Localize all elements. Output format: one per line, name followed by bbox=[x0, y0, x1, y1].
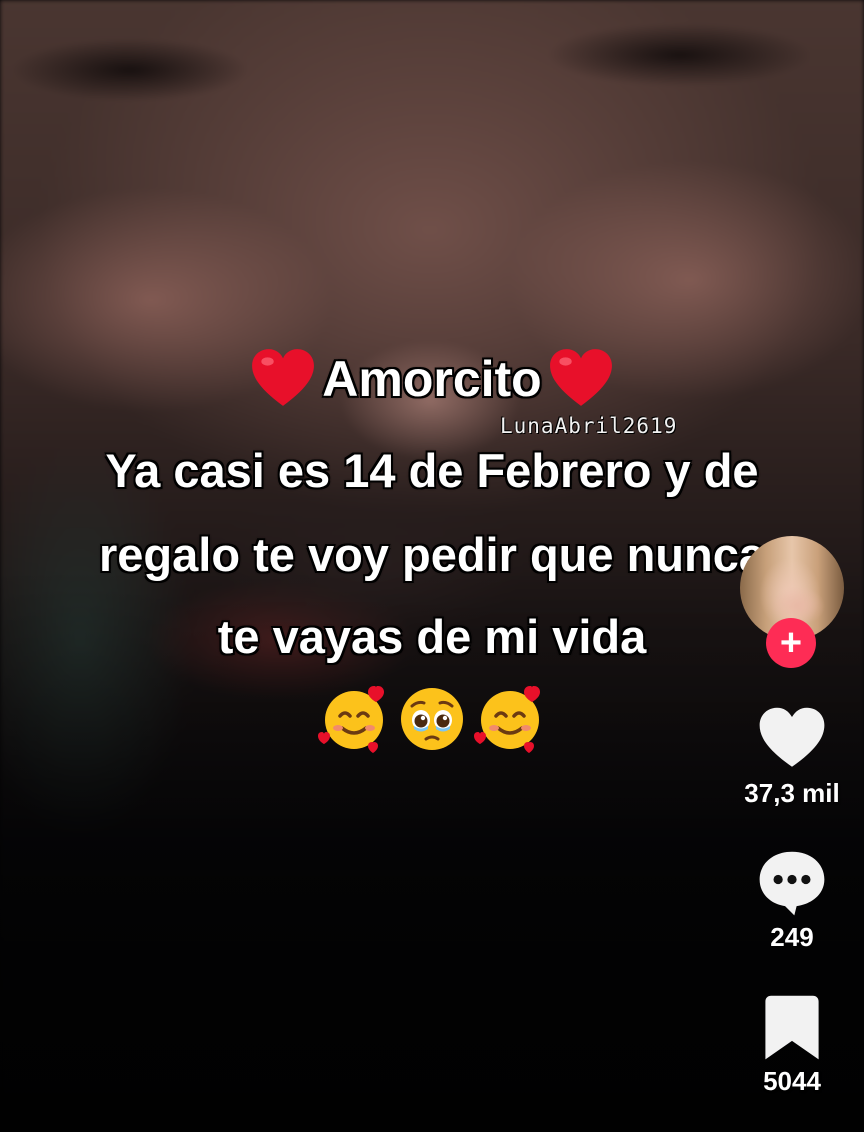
like-button[interactable]: 37,3 mil bbox=[728, 702, 856, 809]
comment-bubble-icon bbox=[759, 851, 825, 916]
comment-count: 249 bbox=[770, 922, 814, 952]
caption-title: Amorcito bbox=[322, 351, 542, 407]
bookmark-button[interactable]: 5044 bbox=[728, 990, 856, 1097]
heart-icon bbox=[759, 707, 825, 767]
video-player[interactable]: Amorcito LunaAbril2619 Ya casi es 14 de … bbox=[0, 0, 864, 1132]
caption-line: te vayas de mi vida bbox=[217, 610, 647, 663]
red-heart-icon bbox=[252, 349, 315, 406]
like-count: 37,3 mil bbox=[744, 778, 840, 808]
smiling-face-with-hearts-icon bbox=[318, 686, 384, 753]
bookmark-count: 5044 bbox=[763, 1066, 821, 1096]
caption-line: regalo te voy pedir que nunca bbox=[99, 528, 765, 581]
bookmark-icon bbox=[765, 995, 819, 1060]
creator-watermark: LunaAbril2619 bbox=[500, 414, 678, 438]
comment-button[interactable]: 249 bbox=[728, 846, 856, 953]
caption-line: Ya casi es 14 de Febrero y de bbox=[105, 444, 759, 497]
red-heart-icon bbox=[549, 349, 612, 406]
smiling-face-with-hearts-icon bbox=[474, 686, 540, 753]
pleading-face-icon bbox=[401, 688, 463, 750]
plus-icon: + bbox=[779, 622, 803, 664]
creator-avatar-group: + bbox=[740, 536, 846, 668]
follow-button[interactable]: + bbox=[766, 618, 816, 668]
caption-title-row: Amorcito bbox=[0, 346, 864, 412]
